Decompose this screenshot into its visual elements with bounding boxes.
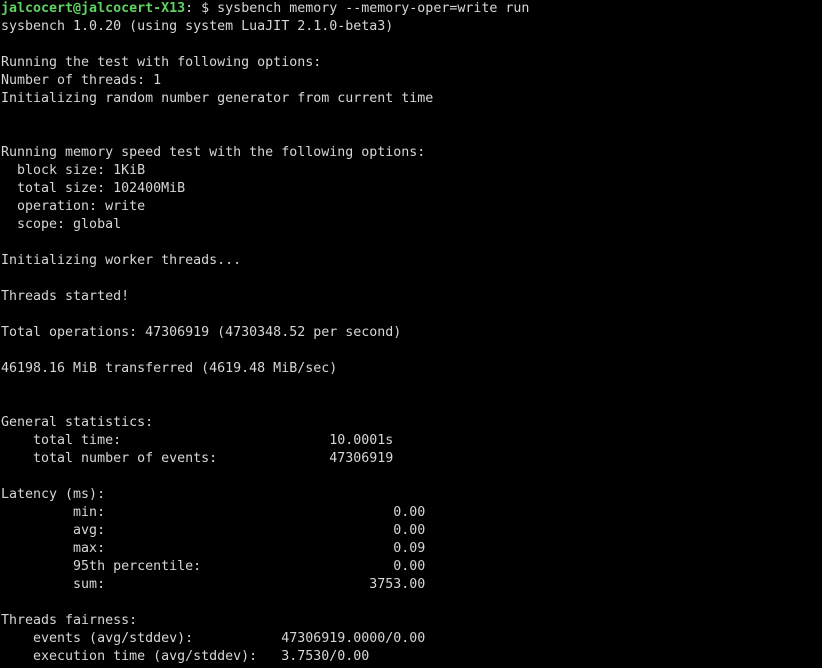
prompt-separator: : xyxy=(185,1,194,16)
output-line: Threads started! xyxy=(1,289,130,304)
output-line: total size: 102400MiB xyxy=(1,181,186,196)
output-line: block size: 1KiB xyxy=(1,163,146,178)
output-line: sum: 3753.00 xyxy=(1,577,426,592)
output-line: sysbench 1.0.20 (using system LuaJIT 2.1… xyxy=(1,19,394,34)
output-line: max: 0.09 xyxy=(1,541,426,556)
output-line: total time: 10.0001s xyxy=(1,433,394,448)
output-line: 95th percentile: 0.00 xyxy=(1,559,426,574)
output-line: events (avg/stddev): 47306919.0000/0.00 xyxy=(1,631,426,646)
output-line: operation: write xyxy=(1,199,146,214)
output-line: 46198.16 MiB transferred (4619.48 MiB/se… xyxy=(1,361,338,376)
prompt-line: jalcocert@jalcocert-X13: $ sysbench memo… xyxy=(1,0,822,18)
prompt-dollar: $ xyxy=(193,1,218,16)
output-line: Initializing random number generator fro… xyxy=(1,91,434,106)
output-line: General statistics: xyxy=(1,415,154,430)
terminal-window[interactable]: jalcocert@jalcocert-X13: $ sysbench memo… xyxy=(0,0,822,668)
output-line: min: 0.00 xyxy=(1,505,426,520)
output-line: Total operations: 47306919 (4730348.52 p… xyxy=(1,325,402,340)
prompt-user-host: jalcocert@jalcocert-X13 xyxy=(1,1,186,16)
output-line: scope: global xyxy=(1,217,122,232)
output-line: execution time (avg/stddev): 3.7530/0.00 xyxy=(1,649,370,664)
output-line: total number of events: 47306919 xyxy=(1,451,394,466)
output-line: avg: 0.00 xyxy=(1,523,426,538)
output-line: Running the test with following options: xyxy=(1,55,322,70)
output-line: Latency (ms): xyxy=(1,487,106,502)
terminal-output: sysbench 1.0.20 (using system LuaJIT 2.1… xyxy=(1,18,822,666)
output-line: Threads fairness: xyxy=(1,613,138,628)
output-line: Running memory speed test with the follo… xyxy=(1,145,426,160)
command-text: sysbench memory --memory-oper=write run xyxy=(217,1,530,16)
output-line: Number of threads: 1 xyxy=(1,73,162,88)
output-line: Initializing worker threads... xyxy=(1,253,242,268)
